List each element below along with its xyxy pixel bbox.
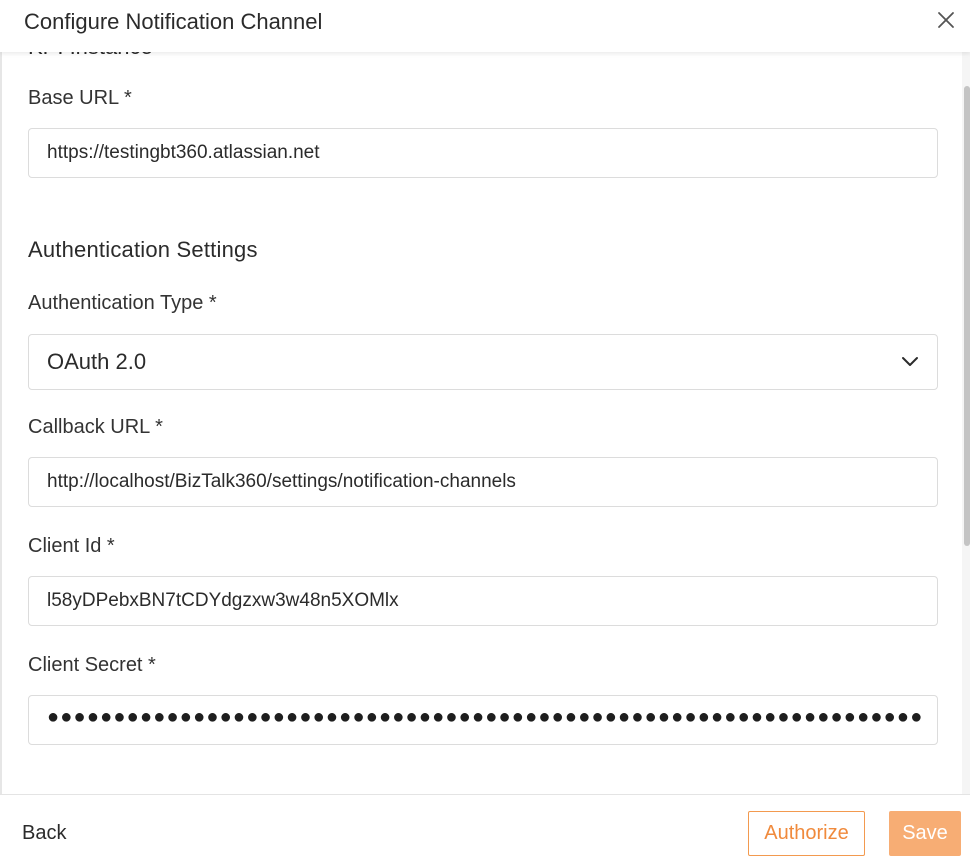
authentication-type-label: Authentication Type * bbox=[28, 292, 217, 314]
kpi-instance-heading: KPI Instance bbox=[28, 52, 153, 60]
authentication-type-select[interactable]: OAuth 2.0 bbox=[28, 334, 938, 390]
base-url-input[interactable]: https://testingbt360.atlassian.net bbox=[28, 128, 938, 178]
callback-url-input[interactable]: http://localhost/BizTalk360/settings/not… bbox=[28, 457, 938, 507]
dialog-body[interactable]: KPI Instance Base URL * https://testingb… bbox=[0, 52, 962, 794]
authorize-button[interactable]: Authorize bbox=[748, 811, 865, 856]
base-url-label: Base URL * bbox=[28, 87, 132, 109]
callback-url-label: Callback URL * bbox=[28, 416, 163, 438]
client-secret-label: Client Secret * bbox=[28, 654, 156, 676]
client-id-label: Client Id * bbox=[28, 535, 115, 557]
authentication-type-selected: OAuth 2.0 bbox=[47, 349, 147, 374]
client-id-input[interactable]: l58yDPebxBN7tCDYdgzxw3w48n5XOMlx bbox=[28, 576, 938, 626]
back-button[interactable]: Back bbox=[22, 822, 66, 845]
chevron-down-icon bbox=[899, 351, 921, 373]
callback-url-value: http://localhost/BizTalk360/settings/not… bbox=[47, 471, 516, 492]
configure-notification-channel-dialog: Configure Notification Channel KPI Insta… bbox=[0, 0, 970, 867]
save-button[interactable]: Save bbox=[889, 811, 961, 856]
close-icon[interactable] bbox=[934, 8, 958, 32]
client-secret-masked-value: ●●●●●●●●●●●●●●●●●●●●●●●●●●●●●●●●●●●●●●●●… bbox=[47, 706, 921, 728]
dialog-scrollbar[interactable] bbox=[962, 52, 970, 794]
authentication-settings-heading: Authentication Settings bbox=[28, 237, 258, 262]
client-id-value: l58yDPebxBN7tCDYdgzxw3w48n5XOMlx bbox=[47, 590, 399, 611]
dialog-title: Configure Notification Channel bbox=[24, 9, 323, 34]
client-secret-input[interactable]: ●●●●●●●●●●●●●●●●●●●●●●●●●●●●●●●●●●●●●●●●… bbox=[28, 695, 938, 745]
base-url-value: https://testingbt360.atlassian.net bbox=[47, 142, 320, 163]
scrollbar-thumb[interactable] bbox=[964, 86, 970, 546]
dialog-footer: Back Authorize Save bbox=[0, 794, 970, 867]
dialog-header: Configure Notification Channel bbox=[0, 0, 970, 52]
